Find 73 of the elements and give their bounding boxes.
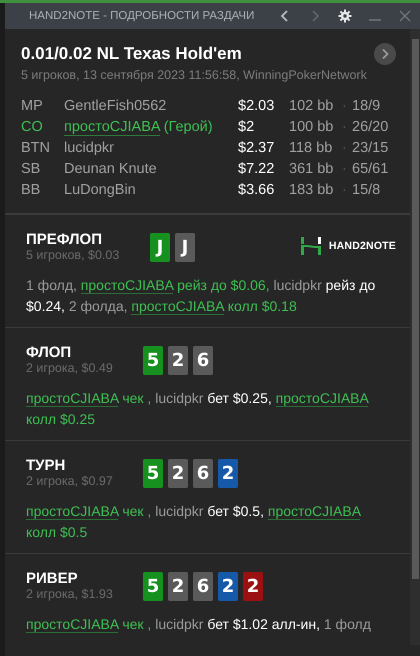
player-hands: 23/15 bbox=[352, 139, 390, 158]
player-link[interactable]: простоCJIABA bbox=[26, 616, 118, 633]
stack-in-bb: 102 bb bbox=[289, 97, 334, 116]
playing-card: J bbox=[150, 233, 170, 262]
hand-info: 5 игроков, 13 сентября 2023 11:56:58, WinningPokerNetwork bbox=[21, 68, 368, 82]
playing-card: 5 bbox=[143, 346, 163, 375]
close-icon[interactable] bbox=[398, 9, 412, 23]
logo-icon bbox=[300, 237, 321, 255]
playing-card: 6 bbox=[193, 572, 213, 601]
scrollbar-thumb[interactable] bbox=[412, 39, 419, 579]
playing-card: 2 bbox=[243, 572, 263, 601]
player-stack: $3.66 bbox=[238, 181, 276, 200]
player-position: MP bbox=[21, 97, 44, 116]
settings-icon[interactable] bbox=[338, 9, 352, 23]
playing-card: 2 bbox=[168, 572, 188, 601]
stack-in-bb: 183 bb bbox=[289, 181, 334, 200]
player-stack: $2.37 bbox=[238, 139, 276, 158]
player-position: BTN bbox=[21, 139, 51, 158]
street-title: РИВЕР bbox=[26, 570, 79, 587]
street-info: 2 игрока, $1.93 bbox=[26, 587, 114, 602]
player-stack: $2 bbox=[238, 118, 256, 137]
stack-in-bb: 118 bb bbox=[289, 139, 334, 158]
street-title: ПРЕФЛОП bbox=[26, 231, 103, 248]
player-position: SB bbox=[21, 160, 42, 179]
player-hands: 18/9 bbox=[352, 97, 382, 116]
player-link[interactable]: простоCJIABA bbox=[276, 390, 368, 407]
player-name: LuDongBin bbox=[64, 182, 136, 198]
separator-dot: · bbox=[342, 97, 348, 116]
player-link[interactable]: простоCJIABA bbox=[26, 390, 118, 407]
separator-dot: · bbox=[342, 139, 348, 158]
player-hands: 26/20 bbox=[352, 118, 390, 137]
player-link[interactable]: простоCJIABA bbox=[26, 503, 118, 520]
hero-label: (Герой) bbox=[164, 119, 213, 135]
player-stack: $2.03 bbox=[238, 97, 276, 116]
player-name-link[interactable]: простоCJIABA bbox=[64, 119, 160, 136]
stack-in-bb: 100 bb bbox=[289, 118, 334, 137]
playing-card: 2 bbox=[218, 459, 238, 488]
player-name: GentleFish0562 bbox=[64, 98, 166, 114]
action-summary: простоCJIABA чек , lucidpkr бет $0.25, простоCJIABA колл $0.25 bbox=[26, 389, 370, 429]
player-position: CO bbox=[21, 118, 44, 137]
player-position: BB bbox=[21, 181, 42, 200]
street-title: ФЛОП bbox=[26, 344, 72, 361]
player-hands: 15/8 bbox=[352, 181, 382, 200]
playing-card: 6 bbox=[193, 346, 213, 375]
street-info: 2 игрока, $0.97 bbox=[26, 474, 114, 489]
playing-card: 2 bbox=[218, 572, 238, 601]
player-link[interactable]: простоCJIABA bbox=[131, 298, 224, 315]
action-summary: 1 фолд, простоCJIABA рейз до $0.06, lucidpkr рейз до $0.24, 2 фолда, простоCJIABA колл $0.18 bbox=[26, 276, 376, 317]
separator-dot: · bbox=[342, 181, 348, 200]
playing-card: 5 bbox=[143, 459, 163, 488]
street-info: 5 игроков, $0.03 bbox=[26, 248, 120, 263]
player-link[interactable]: простоCJIABA bbox=[80, 277, 174, 294]
separator-dot: · bbox=[342, 118, 348, 137]
street-title: ТУРН bbox=[26, 457, 66, 474]
next-hand-button[interactable] bbox=[374, 43, 396, 65]
logo-text: HAND2NOTE bbox=[328, 240, 396, 252]
stack-in-bb: 361 bb bbox=[289, 160, 334, 179]
window-title: HAND2NOTE - ПОДРОБНОСТИ РАЗДАЧИ bbox=[29, 10, 256, 22]
player-name: Deunan Knute bbox=[64, 161, 157, 177]
player-stack: $7.22 bbox=[238, 160, 276, 179]
playing-card: 6 bbox=[193, 459, 213, 488]
action-summary: простоCJIABA чек , lucidpkr бет $1.02 алл-ин, 1 фолд bbox=[26, 615, 372, 635]
player-hands: 65/61 bbox=[352, 160, 390, 179]
playing-card: 2 bbox=[168, 346, 188, 375]
playing-card: J bbox=[175, 233, 195, 262]
player-name: lucidpkr bbox=[64, 140, 114, 156]
game-title: 0.01/0.02 NL Texas Hold'em bbox=[21, 44, 242, 64]
playing-card: 5 bbox=[143, 572, 163, 601]
street-info: 2 игрока, $0.49 bbox=[26, 361, 114, 376]
player-link[interactable]: простоCJIABA bbox=[268, 503, 360, 520]
playing-card: 2 bbox=[168, 459, 188, 488]
action-summary: простоCJIABA чек , lucidpkr бет $0.5, простоCJIABA колл $0.5 bbox=[26, 502, 362, 542]
separator-dot: · bbox=[342, 160, 348, 179]
